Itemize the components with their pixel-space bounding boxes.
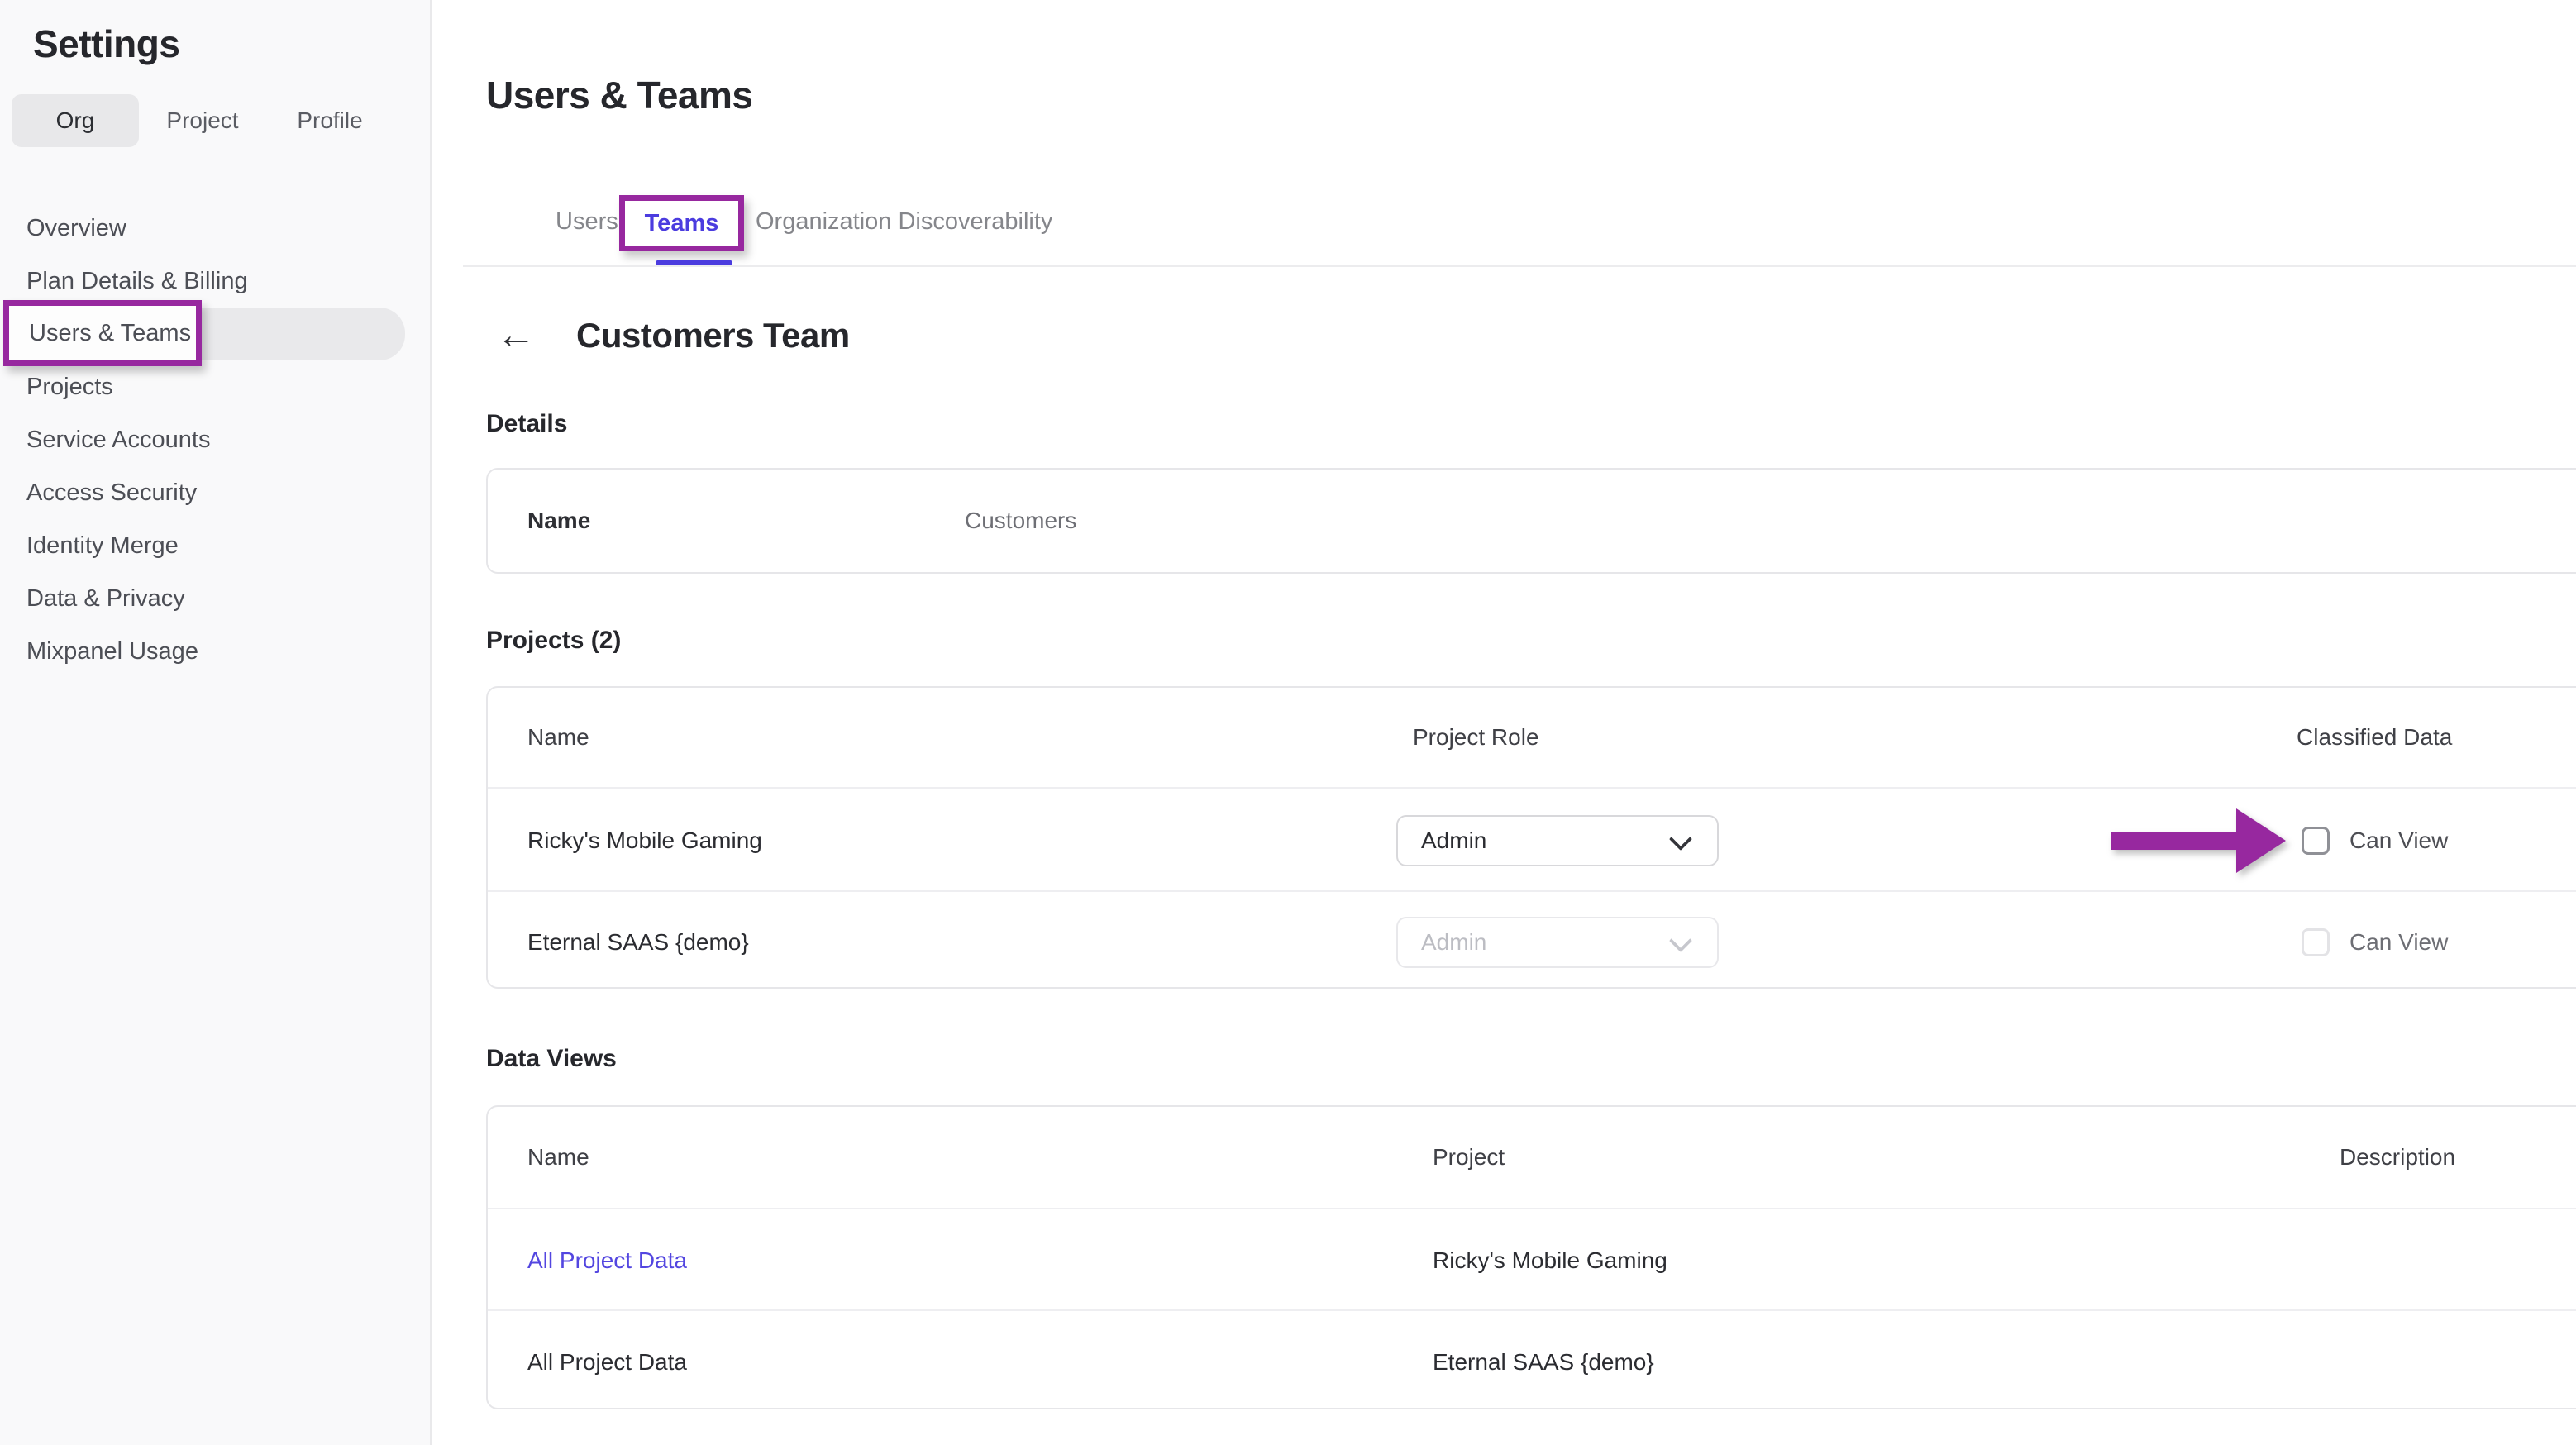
classified-data-checkbox[interactable] bbox=[2302, 928, 2330, 956]
col-header-project-role: Project Role bbox=[1413, 724, 1539, 751]
sidebar-item-overview[interactable]: Overview bbox=[0, 202, 432, 255]
can-view-label: Can View bbox=[2349, 827, 2448, 854]
sidebar-item-identity-merge[interactable]: Identity Merge bbox=[0, 519, 432, 572]
sidebar-nav: Overview Plan Details & Billing Users & … bbox=[0, 202, 432, 678]
details-heading: Details bbox=[486, 410, 567, 438]
settings-screen: Settings Org Project Profile Overview Pl… bbox=[0, 0, 2576, 1445]
projects-table: Name Project Role Classified Data Ricky'… bbox=[486, 686, 2576, 989]
settings-scope-switcher: Org Project Profile bbox=[12, 94, 394, 147]
project-role-value: Admin bbox=[1421, 827, 1486, 854]
data-view-project: Ricky's Mobile Gaming bbox=[1433, 1247, 1667, 1274]
settings-sidebar: Settings Org Project Profile Overview Pl… bbox=[0, 0, 432, 1445]
scope-tab-org[interactable]: Org bbox=[12, 94, 139, 147]
tab-organization-discoverability[interactable]: Organization Discoverability bbox=[756, 208, 1052, 236]
projects-heading: Projects (2) bbox=[486, 627, 621, 655]
sidebar-title: Settings bbox=[33, 21, 179, 66]
project-name: Eternal SAAS {demo} bbox=[527, 929, 749, 956]
sidebar-item-mixpanel-usage[interactable]: Mixpanel Usage bbox=[0, 625, 432, 678]
sidebar-item-access-security[interactable]: Access Security bbox=[0, 466, 432, 519]
back-arrow-icon[interactable]: ← bbox=[496, 316, 536, 355]
project-role-dropdown[interactable]: Admin bbox=[1396, 815, 1719, 866]
col-header-name: Name bbox=[527, 1144, 589, 1171]
annotation-box-users-teams: Users & Teams bbox=[3, 300, 202, 366]
tab-users[interactable]: Users bbox=[556, 208, 618, 236]
table-row-dataview-eternal: All Project Data Eternal SAAS {demo} bbox=[488, 1309, 2576, 1413]
chevron-down-icon bbox=[1669, 827, 1692, 850]
data-view-name[interactable]: All Project Data bbox=[527, 1349, 687, 1376]
classified-data-checkbox[interactable] bbox=[2302, 827, 2330, 855]
sidebar-item-projects[interactable]: Projects bbox=[0, 360, 432, 413]
project-role-value: Admin bbox=[1421, 929, 1486, 956]
project-role-dropdown-disabled: Admin bbox=[1396, 917, 1719, 968]
table-row-project-ricky: Ricky's Mobile Gaming Admin Can View bbox=[488, 787, 2576, 892]
details-name-value: Customers bbox=[965, 508, 1076, 534]
col-header-classified-data: Classified Data bbox=[2297, 724, 2452, 751]
scope-tab-profile[interactable]: Profile bbox=[266, 94, 394, 147]
scope-tab-project[interactable]: Project bbox=[139, 94, 266, 147]
tabs-divider bbox=[463, 265, 2576, 267]
annotation-arrow bbox=[2111, 795, 2286, 885]
tab-teams[interactable]: Teams bbox=[645, 210, 719, 237]
can-view-label: Can View bbox=[2349, 929, 2448, 956]
data-view-project: Eternal SAAS {demo} bbox=[1433, 1349, 1654, 1376]
sidebar-item-label: Users & Teams bbox=[29, 320, 191, 347]
page-title: Users & Teams bbox=[486, 73, 753, 117]
table-row-dataview-ricky: All Project Data Ricky's Mobile Gaming bbox=[488, 1208, 2576, 1311]
data-views-header-row: Name Project Description bbox=[488, 1107, 2576, 1208]
annotation-box-teams-tab: Teams bbox=[619, 195, 744, 251]
col-header-project: Project bbox=[1433, 1144, 1505, 1171]
table-row-project-eternal: Eternal SAAS {demo} Admin Can View bbox=[488, 890, 2576, 992]
team-title: Customers Team bbox=[576, 316, 850, 355]
sidebar-item-users-teams[interactable]: Users & Teams bbox=[15, 308, 405, 360]
sidebar-item-data-privacy[interactable]: Data & Privacy bbox=[0, 572, 432, 625]
col-header-name: Name bbox=[527, 724, 589, 751]
details-name-label: Name bbox=[527, 508, 590, 534]
data-view-link[interactable]: All Project Data bbox=[527, 1247, 687, 1274]
sidebar-item-service-accounts[interactable]: Service Accounts bbox=[0, 413, 432, 466]
details-card: Name Customers bbox=[486, 468, 2576, 574]
chevron-down-icon bbox=[1669, 928, 1692, 951]
col-header-description: Description bbox=[2340, 1144, 2455, 1171]
projects-header-row: Name Project Role Classified Data bbox=[488, 688, 2576, 787]
project-name: Ricky's Mobile Gaming bbox=[527, 827, 762, 854]
data-views-heading: Data Views bbox=[486, 1045, 617, 1073]
data-views-table: Name Project Description All Project Dat… bbox=[486, 1105, 2576, 1409]
